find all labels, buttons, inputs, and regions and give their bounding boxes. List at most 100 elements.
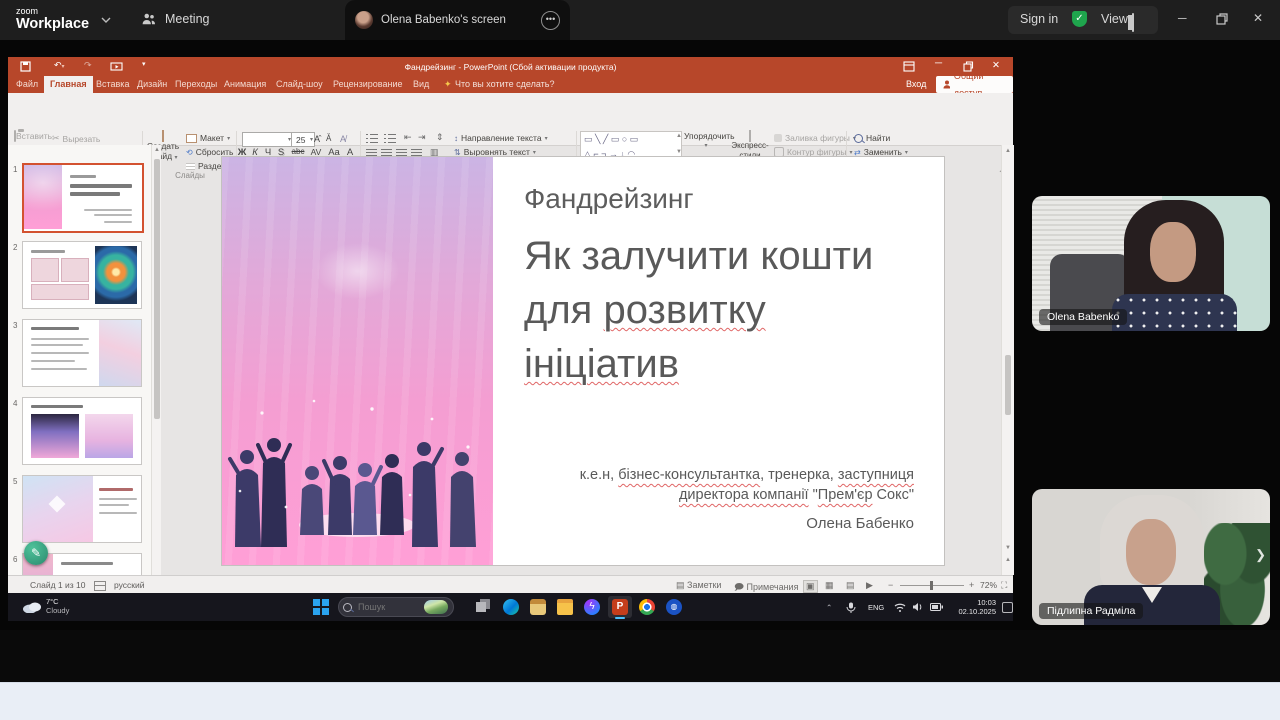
sign-in-button[interactable]: Sign in: [1020, 12, 1058, 26]
tray-mic-icon[interactable]: [846, 602, 856, 613]
tray-battery-icon[interactable]: [930, 603, 943, 611]
decrease-indent-icon[interactable]: ⇤: [404, 132, 412, 143]
tray-expand-chevron[interactable]: ⌃: [826, 603, 832, 612]
start-button-icon[interactable]: [313, 599, 329, 615]
security-shield-icon[interactable]: ✓: [1072, 11, 1087, 27]
briefcase-app-icon[interactable]: [530, 599, 546, 615]
spellcheck-icon[interactable]: [94, 581, 106, 591]
character-spacing-button[interactable]: AV: [308, 147, 324, 157]
ppt-minimize-button[interactable]: ─: [935, 58, 942, 69]
thumbnail-scrollbar[interactable]: ▲: [151, 145, 161, 575]
slide-author[interactable]: Олена Бабенко: [512, 515, 914, 532]
search-highlight-image[interactable]: [424, 600, 448, 614]
slide-thumbnail-5[interactable]: [22, 475, 142, 543]
layout-button[interactable]: Макет▾: [186, 133, 230, 143]
shape-fill-button[interactable]: Заливка фигуры▾: [774, 133, 856, 143]
find-button[interactable]: Найти: [854, 133, 890, 143]
cut-button[interactable]: ✂Вырезать: [52, 133, 100, 144]
tab-view[interactable]: Вид: [413, 76, 429, 93]
share-access-button[interactable]: Общий доступ: [936, 76, 1013, 93]
notes-toggle[interactable]: ▤ Заметки: [676, 580, 721, 591]
replace-button[interactable]: ⇄Заменить▾: [854, 147, 908, 157]
bullets-icon[interactable]: [366, 134, 378, 143]
window-minimize-button[interactable]: ─: [1178, 11, 1187, 25]
tab-review[interactable]: Рецензирование: [333, 76, 403, 93]
slide-thumbnail-2[interactable]: [22, 241, 142, 309]
slide-sorter-view-icon[interactable]: ▦: [825, 580, 834, 591]
tab-transitions[interactable]: Переходы: [175, 76, 217, 93]
zoom-out-button[interactable]: −: [888, 580, 893, 590]
task-view-icon[interactable]: [476, 599, 492, 615]
weather-widget[interactable]: 7°C Cloudy: [46, 597, 69, 615]
next-participants-chevron-icon[interactable]: ❯: [1255, 547, 1266, 563]
window-close-button[interactable]: ✕: [1253, 11, 1263, 25]
slideshow-view-icon[interactable]: ▶: [866, 580, 873, 591]
zoom-in-button[interactable]: +: [969, 580, 974, 590]
video-tile-olena[interactable]: Olena Babenko: [1032, 196, 1270, 331]
tray-language[interactable]: ENG: [868, 603, 884, 612]
tab-file[interactable]: Файл: [16, 76, 38, 93]
slide-thumbnail-4[interactable]: [22, 397, 142, 465]
reading-view-icon[interactable]: ▤: [846, 580, 855, 591]
paste-button[interactable]: Вставить: [14, 131, 46, 141]
fit-slide-icon[interactable]: ⛶: [1001, 580, 1007, 591]
tab-insert[interactable]: Вставка: [96, 76, 129, 93]
shape-outline-button[interactable]: Контур фигуры▾: [774, 147, 852, 157]
slide-title[interactable]: Як залучити кошти для розвитку ініціатив: [524, 229, 924, 391]
shrink-font-button[interactable]: А̌: [326, 134, 331, 143]
slide-thumbnail-1[interactable]: [22, 163, 144, 233]
chrome-icon[interactable]: [639, 599, 655, 615]
ppt-sign-in-link[interactable]: Вход: [906, 76, 926, 93]
tab-home[interactable]: Главная: [44, 76, 93, 93]
tray-volume-icon[interactable]: [912, 602, 923, 612]
reset-button[interactable]: ⟲Сбросить: [186, 147, 233, 157]
line-spacing-icon[interactable]: ⇕: [436, 132, 444, 143]
numbering-icon[interactable]: [384, 134, 396, 143]
video-tile-radmila[interactable]: ❯ Підлипна Радміла: [1032, 489, 1270, 625]
person-face: [1126, 519, 1176, 585]
tell-me-box[interactable]: Что вы хотите сделать?: [455, 76, 555, 93]
slide-subtitle[interactable]: к.е.н, бізнес-консультантка, тренерка, з…: [512, 465, 914, 505]
tab-design[interactable]: Дизайн: [137, 76, 167, 93]
view-button[interactable]: View: [1101, 12, 1128, 26]
ribbon-display-options-icon[interactable]: [903, 61, 915, 72]
messenger-icon[interactable]: ϟ: [584, 599, 600, 615]
text-direction-button[interactable]: ↕Направление текста▾: [454, 133, 548, 143]
tray-wifi-icon[interactable]: [894, 602, 906, 612]
language-status[interactable]: русский: [114, 580, 145, 590]
shapes-scroll-down-icon[interactable]: ▼: [676, 149, 682, 155]
window-restore-button[interactable]: [1216, 13, 1228, 25]
shapes-scroll-up-icon[interactable]: ▲: [676, 133, 682, 139]
increase-indent-icon[interactable]: ⇥: [418, 132, 426, 143]
font-name-combo[interactable]: ▾: [242, 132, 294, 147]
slide-canvas[interactable]: Фандрейзинг Як залучити кошти для розвит…: [222, 157, 944, 565]
font-size-input[interactable]: [294, 134, 310, 146]
notification-center-icon[interactable]: [1002, 602, 1013, 613]
workspace-chevron-down-icon[interactable]: [100, 16, 112, 24]
arrange-button[interactable]: Упорядочить▾: [684, 131, 728, 151]
file-explorer-icon[interactable]: [557, 599, 573, 615]
slide-overline[interactable]: Фандрейзинг: [524, 183, 694, 215]
tray-clock[interactable]: 10:03 02.10.2025: [950, 598, 996, 616]
powerpoint-taskbar-icon[interactable]: P: [612, 599, 628, 615]
annotation-pencil-button[interactable]: ✎: [24, 541, 48, 565]
slide-thumbnail-3[interactable]: [22, 319, 142, 387]
editor-scrollbar[interactable]: ▲ ▼ ▲: [1001, 145, 1014, 575]
tab-animations[interactable]: Анимация: [224, 76, 266, 93]
tab-slideshow[interactable]: Слайд-шоу: [276, 76, 323, 93]
tab-meeting[interactable]: Meeting: [140, 10, 209, 28]
clear-format-button[interactable]: A̸: [340, 134, 346, 144]
zoom-slider-thumb[interactable]: [930, 581, 933, 590]
blue-app-icon[interactable]: ◍: [666, 599, 682, 615]
grow-font-button[interactable]: А̂: [314, 134, 320, 144]
font-size-combo[interactable]: ▾: [291, 132, 315, 147]
tab-options-ellipsis-icon[interactable]: •••: [541, 11, 560, 30]
desktop-search-box[interactable]: [338, 597, 454, 617]
normal-view-icon[interactable]: ▣: [803, 580, 818, 593]
strikethrough-button[interactable]: abc: [290, 147, 306, 156]
zoom-level[interactable]: 72%: [980, 580, 997, 590]
edge-icon[interactable]: [503, 599, 519, 615]
align-text-button[interactable]: ⇅Выровнять текст▾: [454, 147, 536, 157]
search-input[interactable]: [356, 601, 420, 613]
tab-screen-share[interactable]: Olena Babenko's screen •••: [345, 0, 570, 40]
